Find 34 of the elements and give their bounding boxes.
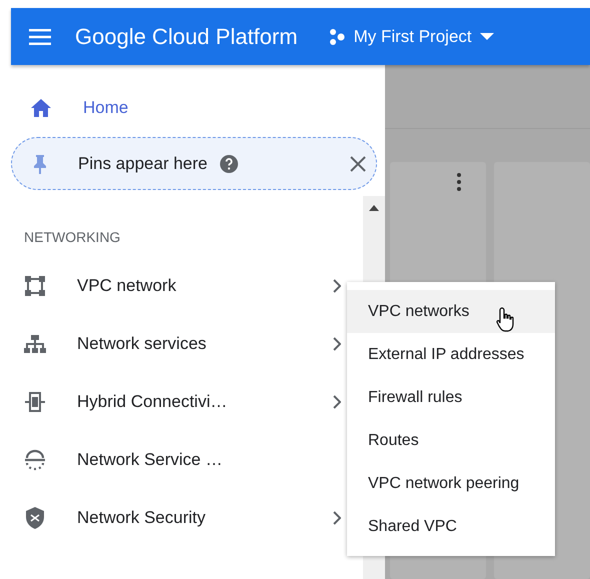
route-icon	[23, 448, 47, 472]
more-icon	[456, 172, 462, 192]
nav-item[interactable]: VPC network	[11, 257, 341, 315]
menu-item[interactable]: Shared VPC	[347, 505, 555, 548]
network-nodes-icon	[23, 274, 47, 298]
chevron-icon	[333, 395, 341, 409]
chevron-icon	[333, 279, 341, 293]
pins-text: Pins appear here	[78, 154, 208, 174]
nav-item[interactable]: Network Service …	[11, 431, 341, 489]
menu-item[interactable]: VPC networks	[347, 290, 555, 333]
hierarchy-icon	[23, 332, 47, 356]
scroll-up-icon[interactable]	[369, 205, 379, 211]
chevron-icon	[333, 511, 341, 525]
nav-item[interactable]: Network services	[11, 315, 341, 373]
shield-icon	[23, 506, 47, 530]
product-title: Google Cloud Platform	[75, 24, 298, 50]
menu-item[interactable]: External IP addresses	[347, 333, 555, 376]
nav-item[interactable]: Hybrid Connectivi…	[11, 373, 341, 431]
close-icon[interactable]	[350, 156, 366, 172]
menu-item[interactable]: Firewall rules	[347, 376, 555, 419]
menu-item[interactable]: Routes	[347, 419, 555, 462]
connector-icon	[23, 390, 47, 414]
caret-icon	[480, 32, 494, 40]
menu-icon[interactable]	[29, 28, 51, 44]
pin-icon	[32, 154, 48, 174]
section-heading: NETWORKING	[24, 229, 120, 245]
home-icon	[29, 96, 53, 120]
nav-item[interactable]: Network Security	[11, 489, 341, 547]
chevron-icon	[333, 337, 341, 351]
dots-icon	[328, 28, 346, 46]
help-icon	[219, 154, 240, 174]
home-link[interactable]: Home	[11, 88, 385, 128]
menu-item[interactable]: VPC network peering	[347, 462, 555, 505]
project-selector[interactable]: My First Project	[328, 26, 494, 46]
